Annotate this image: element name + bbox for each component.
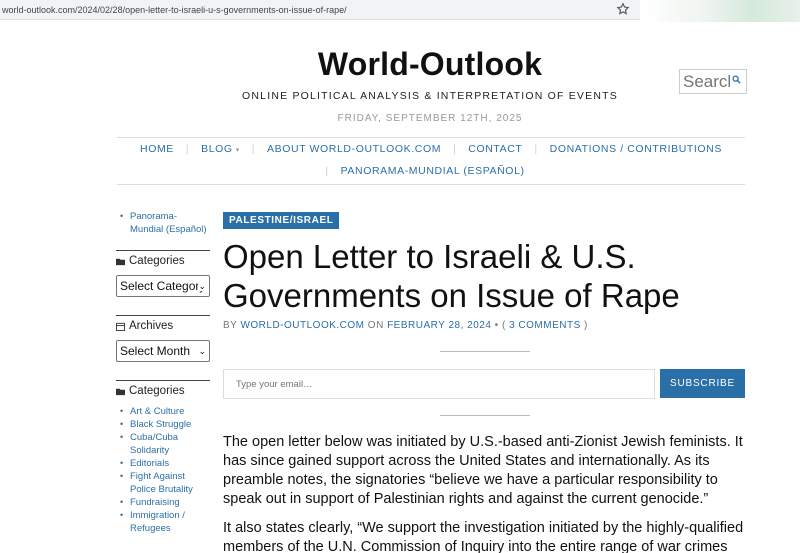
nav-bottom-border — [117, 184, 745, 185]
post-meta: BY WORLD-OUTLOOK.COM ON FEBRUARY 28, 202… — [223, 320, 588, 331]
categories-select-value: Select Category — [120, 279, 206, 293]
archives-select[interactable]: Select Month ⌄ — [116, 340, 210, 362]
chevron-down-icon: ⌄ — [198, 346, 206, 356]
nav-top-border — [117, 137, 745, 138]
address-bar[interactable]: world-outlook.com/2024/02/28/open-letter… — [0, 0, 640, 20]
archives-widget-title: Archives — [116, 315, 210, 332]
search-icon[interactable] — [732, 75, 741, 84]
category-link[interactable]: Fight Against Police Brutality — [130, 471, 193, 495]
nav-donations[interactable]: DONATIONS / CONTRIBUTIONS — [538, 143, 734, 155]
sidebar: Panorama-Mundial (Español) Categories Se… — [116, 210, 210, 535]
main-navigation: HOME | BLOG ▾ | ABOUT WORLD-OUTLOOK.COM |… — [117, 142, 745, 186]
comments-link[interactable]: 3 COMMENTS — [509, 320, 581, 331]
url-text[interactable]: world-outlook.com/2024/02/28/open-letter… — [2, 5, 347, 15]
nav-contact[interactable]: CONTACT — [456, 143, 534, 155]
post-paragraph: The open letter below was initiated by U… — [223, 434, 743, 507]
categories-list-title-text: Categories — [129, 385, 185, 397]
meta-on: ON — [367, 320, 384, 331]
comments-open-paren: ( — [501, 320, 506, 331]
chevron-down-icon: ⌄ — [198, 281, 206, 291]
nav-home[interactable]: HOME — [128, 143, 186, 155]
folder-icon — [116, 258, 125, 265]
nav-blog-label: BLOG — [201, 143, 233, 155]
categories-widget-title: Categories — [116, 250, 210, 267]
category-link[interactable]: Immigration / Refugees — [130, 510, 185, 534]
nav-panorama-mundial[interactable]: PANORAMA-MUNDIAL (ESPAÑOL) — [329, 165, 537, 177]
browser-toolbar-area — [644, 0, 800, 22]
category-link[interactable]: Fundraising — [130, 497, 180, 508]
categories-list-widget-title: Categories — [116, 380, 210, 397]
list-item: Panorama-Mundial (Español) — [116, 210, 210, 236]
site-title[interactable]: World-Outlook — [230, 46, 630, 83]
sidebar-link-panorama[interactable]: Panorama-Mundial (Español) — [130, 211, 207, 235]
post-paragraph: It also states clearly, “We support the … — [223, 520, 744, 553]
list-item: Fight Against Police Brutality — [116, 470, 210, 496]
list-item: Cuba/Cuba Solidarity — [116, 431, 210, 457]
chevron-down-icon: ▾ — [235, 147, 240, 154]
site-tagline: ONLINE POLITICAL ANALYSIS & INTERPRETATI… — [242, 90, 618, 102]
list-item: Fundraising — [116, 496, 210, 509]
divider — [440, 415, 530, 416]
nav-row-2: | PANORAMA-MUNDIAL (ESPAÑOL) — [117, 164, 745, 178]
current-date: FRIDAY, SEPTEMBER 12TH, 2025 — [337, 113, 523, 124]
email-field[interactable] — [223, 369, 655, 399]
archives-select-value: Select Month — [120, 344, 191, 358]
comments-close-paren: ) — [584, 320, 588, 331]
meta-bullet: • — [494, 320, 499, 331]
post-body: The open letter below was initiated by U… — [223, 433, 747, 553]
nav-about[interactable]: ABOUT WORLD-OUTLOOK.COM — [255, 143, 453, 155]
nav-blog[interactable]: BLOG ▾ — [189, 143, 252, 155]
divider — [440, 351, 530, 352]
post-date-link[interactable]: FEBRUARY 28, 2024 — [387, 320, 491, 331]
bookmark-star-icon[interactable] — [616, 2, 630, 16]
category-link[interactable]: Black Struggle — [130, 419, 191, 430]
list-item: Art & Culture — [116, 405, 210, 418]
search-input[interactable] — [680, 71, 730, 92]
sidebar-top-links: Panorama-Mundial (Español) — [116, 210, 210, 236]
calendar-icon — [116, 322, 125, 331]
category-link[interactable]: Editorials — [130, 458, 169, 469]
search-box[interactable] — [679, 69, 747, 94]
category-badge[interactable]: PALESTINE/ISRAEL — [223, 212, 340, 229]
category-link[interactable]: Art & Culture — [130, 406, 184, 417]
categories-select[interactable]: Select Category ⌄ — [116, 275, 210, 297]
meta-by: BY — [223, 320, 238, 331]
category-link[interactable]: Cuba/Cuba Solidarity — [130, 432, 178, 456]
categories-title-text: Categories — [129, 255, 185, 267]
folder-icon — [116, 388, 125, 395]
list-item: Immigration / Refugees — [116, 509, 210, 535]
author-link[interactable]: WORLD-OUTLOOK.COM — [240, 320, 364, 331]
archives-title-text: Archives — [129, 320, 174, 332]
list-item: Black Struggle — [116, 418, 210, 431]
subscribe-button[interactable]: SUBSCRIBE — [660, 369, 745, 398]
post-title: Open Letter to Israeli & U.S. Government… — [223, 238, 680, 314]
categories-list: Art & Culture Black Struggle Cuba/Cuba S… — [116, 405, 210, 535]
list-item: Editorials — [116, 457, 210, 470]
nav-row-1: HOME | BLOG ▾ | ABOUT WORLD-OUTLOOK.COM |… — [117, 142, 745, 156]
